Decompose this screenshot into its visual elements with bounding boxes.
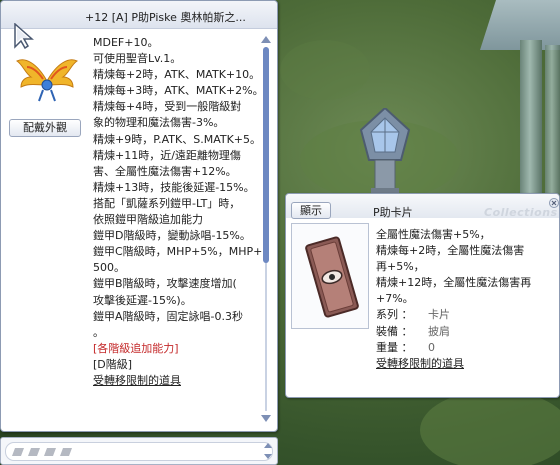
card-desc-line: 再+5%， <box>376 260 425 274</box>
bar-slot-icon[interactable] <box>12 448 24 456</box>
property-value: 0 <box>428 340 435 354</box>
description-line: 害、全屬性魔法傷害+12%。 <box>93 164 237 178</box>
card-property-weight: 重量 ： 0 <box>376 340 552 356</box>
item-description: MDEF+10。可使用聖音Lv.1。精煉每+2時，ATK、MATK+10。 精煉每… <box>93 35 270 389</box>
bottom-bar-slots <box>5 442 273 461</box>
description-line: 精煉每+3時，ATK、MATK+2%。 <box>93 84 264 98</box>
card-image <box>291 223 369 329</box>
property-label: 裝備 ： <box>376 324 413 338</box>
property-value: 卡片 <box>428 308 450 322</box>
card-icon <box>305 236 359 318</box>
description-line: 精煉每+2時，ATK、MATK+10。 <box>93 68 261 82</box>
property-label: 系列 ： <box>376 308 413 322</box>
description-line: 鎧甲B階級時，攻擊速度增加( <box>93 277 237 291</box>
bar-scroll-icon[interactable] <box>262 441 274 461</box>
item-scrollbar[interactable] <box>260 35 272 423</box>
property-value: 披肩 <box>428 324 450 338</box>
description-line: [D階級] <box>93 357 133 371</box>
description-line: 500。 <box>93 261 125 275</box>
gazebo-pillar <box>520 40 542 210</box>
bottom-bar[interactable] <box>0 437 278 465</box>
description-line: [各階級追加能力] <box>93 341 179 355</box>
scrollbar-thumb[interactable] <box>263 47 269 263</box>
grass-patch <box>420 390 560 465</box>
card-desc-line: 全屬性魔法傷害+5%， <box>376 228 491 241</box>
card-desc-line: +7%。 <box>376 292 414 306</box>
description-line: 依照鎧甲階級追加能力 <box>93 213 203 227</box>
description-line: 精煉每+4時，受到一般階級對 <box>93 100 242 114</box>
card-property-equip: 裝備 ： 披肩 <box>376 324 552 340</box>
property-label: 重量 ： <box>376 340 413 354</box>
card-desc-line: 精煉+12時，全屬性魔法傷害再 <box>376 276 532 290</box>
gazebo-pillar <box>545 45 560 195</box>
wing-icon <box>16 59 78 102</box>
description-line: 攻擊後延遲-15%)。 <box>93 293 192 307</box>
item-title: +12 [A] P助Piske 奧林帕斯之... <box>85 11 246 24</box>
description-line: 鎧甲D階級時，變動詠唱-15%。 <box>93 229 251 243</box>
bar-slot-icon[interactable] <box>28 448 40 456</box>
card-property-series: 系列 ： 卡片 <box>376 307 552 323</box>
scroll-up-icon[interactable] <box>260 35 272 45</box>
description-line: 精煉+13時，技能後延遲-15%。 <box>93 180 255 194</box>
card-desc-line: 精煉每+2時，全屬性魔法傷害 <box>376 244 525 258</box>
bar-slot-icon[interactable] <box>44 448 56 456</box>
description-line: 可使用聖音Lv.1。 <box>93 52 182 66</box>
watermark: Collections <box>484 206 558 219</box>
card-title: P助卡片 <box>373 206 413 219</box>
item-info-window: +12 [A] P助Piske 奧林帕斯之... 配戴外觀 MDEF+10。可使… <box>0 0 278 432</box>
preview-appearance-button[interactable]: 配戴外觀 <box>9 119 81 137</box>
transfer-restriction-link[interactable]: 受轉移限制的道具 <box>376 356 552 372</box>
description-line: 搭配「凱薩系列鎧甲-LT」時， <box>93 196 241 210</box>
description-line: 精煉+9時，P.ATK、S.MATK+5。 <box>93 132 262 146</box>
description-line: 。 <box>93 325 104 339</box>
description-line: 鎧甲A階級時，固定詠唱-0.3秒 <box>93 309 243 323</box>
card-info-window: Collections 顯示 P助卡片 全屬性魔法傷害+5%， 精煉每+2時，全… <box>285 193 560 398</box>
lamp-post <box>359 108 411 196</box>
close-icon[interactable] <box>549 198 559 208</box>
description-line: 精煉+11時，近/遠距離物理傷 <box>93 148 241 162</box>
description-line: 鎧甲C階級時，MHP+5%，MHP+2 <box>93 245 270 259</box>
view-button[interactable]: 顯示 <box>291 202 331 219</box>
description-line: MDEF+10。 <box>93 36 159 49</box>
description-line: 象的物理和魔法傷害-3%。 <box>93 116 225 130</box>
card-description: 全屬性魔法傷害+5%， 精煉每+2時，全屬性魔法傷害 再+5%， 精煉+12時，… <box>376 227 552 372</box>
scroll-down-icon[interactable] <box>260 413 272 423</box>
transfer-restriction-link[interactable]: 受轉移限制的道具 <box>93 373 257 389</box>
bar-slot-icon[interactable] <box>60 448 72 456</box>
grass-patch <box>280 40 370 100</box>
item-image <box>7 7 79 113</box>
